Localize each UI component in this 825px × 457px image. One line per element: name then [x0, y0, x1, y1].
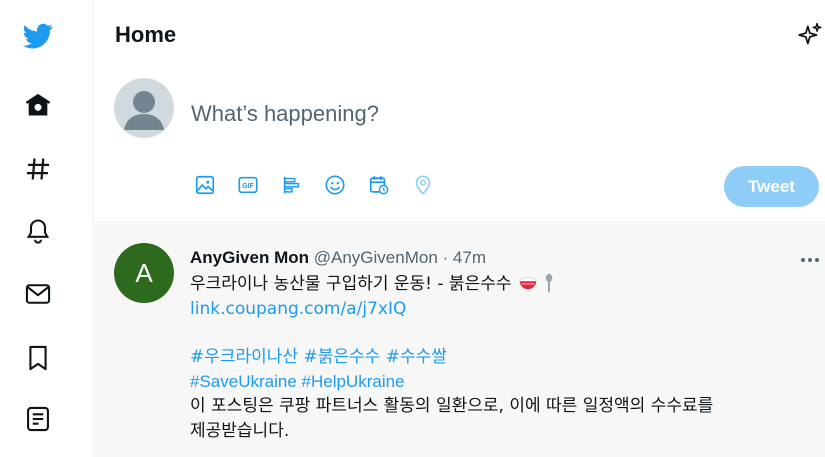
bookmarks-icon[interactable] — [22, 342, 54, 374]
top-tweets-sparkle-icon[interactable] — [797, 22, 823, 48]
poll-icon[interactable] — [279, 172, 305, 198]
home-icon[interactable] — [22, 89, 54, 121]
hashtag-link[interactable]: #수수쌀 — [386, 347, 447, 367]
sidebar — [0, 0, 94, 457]
author-name[interactable]: AnyGiven Mon — [190, 248, 309, 267]
notifications-bell-icon[interactable] — [22, 215, 54, 247]
tweet-line: 우크라이나 농산물 구입하기 운동! - 붉은수수 — [190, 272, 820, 297]
svg-text:GIF: GIF — [242, 183, 253, 190]
spoon-emoji — [546, 273, 553, 293]
tweet-header: AnyGiven Mon @AnyGivenMon · 47m — [190, 248, 486, 268]
gif-icon[interactable]: GIF — [235, 172, 261, 198]
emoji-icon[interactable] — [322, 172, 348, 198]
avatar[interactable] — [114, 78, 174, 138]
disclosure-text: 제공받습니다. — [190, 420, 290, 441]
image-icon[interactable] — [192, 172, 218, 198]
more-options-icon[interactable] — [798, 252, 822, 262]
avatar[interactable]: A — [114, 243, 174, 303]
tweet-button[interactable]: Tweet — [724, 166, 819, 207]
hashtag-line: #우크라이나산 #붉은수수 #수수쌀 — [190, 345, 820, 370]
separator-dot: · — [442, 248, 449, 267]
twitter-bird-icon[interactable] — [22, 20, 54, 52]
disclosure-text: 이 포스팅은 쿠팡 파트너스 활동의 일환으로, 이에 따른 일정액의 수수료를 — [190, 396, 714, 416]
timeline-header: Home — [94, 0, 825, 70]
hashtag-link[interactable]: #SaveUkraine — [190, 372, 297, 391]
hashtag-link[interactable]: #붉은수수 — [304, 347, 381, 367]
location-icon — [410, 172, 436, 198]
lists-icon[interactable] — [22, 403, 54, 435]
tweet-text: 우크라이나 농산물 구입하기 운동! - 붉은수수 link.coupang.c… — [190, 272, 820, 443]
schedule-icon[interactable] — [366, 172, 392, 198]
rice-bowl-emoji — [519, 277, 537, 290]
tweet[interactable]: A AnyGiven Mon @AnyGivenMon · 47m 우크라이나 … — [94, 230, 825, 457]
hashtag-link[interactable]: #HelpUkraine — [302, 372, 405, 391]
main-timeline: Home GIF — [94, 0, 825, 457]
hashtag-line: #SaveUkraine #HelpUkraine — [190, 370, 820, 395]
tweet-line-text: 우크라이나 농산물 구입하기 운동! - 붉은수수 — [190, 274, 512, 294]
compose-tweet-input[interactable] — [191, 98, 611, 130]
tweet-time[interactable]: 47m — [453, 248, 486, 267]
messages-envelope-icon[interactable] — [22, 278, 54, 310]
tweet-composer: GIF Tweet — [94, 70, 825, 223]
page-title: Home — [115, 22, 177, 47]
author-handle[interactable]: @AnyGivenMon — [314, 248, 438, 267]
tweet-link[interactable]: link.coupang.com/a/j7xIQ — [190, 297, 820, 322]
hashtag-link[interactable]: #우크라이나산 — [190, 347, 298, 367]
explore-hashtag-icon[interactable] — [22, 153, 54, 185]
